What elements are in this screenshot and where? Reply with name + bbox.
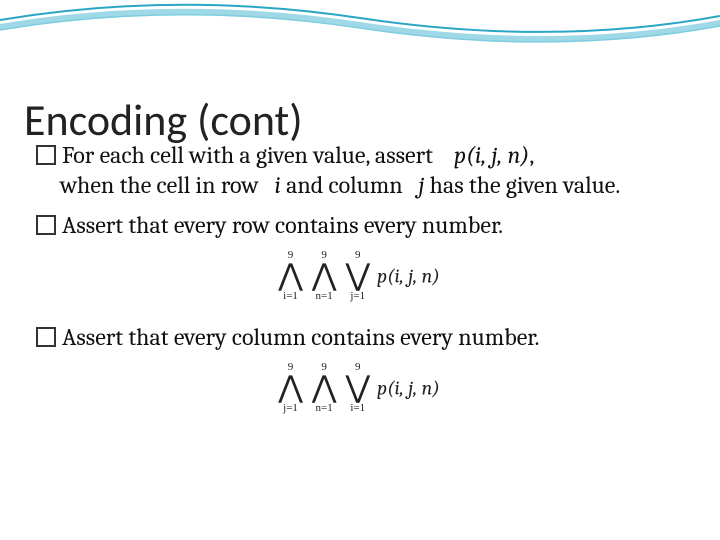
f2-op1-lower: j=1 — [278, 403, 303, 414]
f1-op1-sym: ⋀ — [278, 261, 303, 291]
bullet-2-text: Assert that every row contains every num… — [62, 211, 503, 239]
f2-op2-sym: ⋀ — [312, 373, 337, 403]
bullet-1: For each cell with a given value, assert… — [36, 140, 680, 200]
bullet-1-part5: has the given value. — [430, 171, 621, 199]
f2-op3-lower: i=1 — [345, 403, 370, 414]
bullet-1-part4: and column — [286, 171, 403, 199]
bullet-1-part1: For each cell with a given value, assert — [62, 141, 433, 169]
header-wave — [0, 0, 720, 46]
bullet-2: Assert that every row contains every num… — [36, 210, 680, 240]
bullet-1-part2: , — [529, 141, 534, 169]
bullet-icon — [36, 327, 56, 347]
f1-op2-lower: n=1 — [312, 291, 337, 302]
f2-term: p(i, j, n) — [377, 377, 440, 400]
bullet-1-math2: i — [275, 171, 281, 199]
f1-op3-sym: ⋁ — [345, 261, 370, 291]
slide: Encoding (cont) For each cell with a giv… — [0, 0, 720, 540]
bullet-1-part3: when the cell in row — [60, 171, 259, 199]
bullet-3: Assert that every column contains every … — [36, 322, 680, 352]
f2-op3-sym: ⋁ — [345, 373, 370, 403]
bullet-1-math1: p(i, j, n) — [454, 141, 529, 169]
bullet-icon — [36, 215, 56, 235]
formula-2: 9⋀j=1 9⋀n=1 9⋁i=1 p(i, j, n) — [36, 362, 680, 414]
f1-op2-sym: ⋀ — [312, 261, 337, 291]
bullet-icon — [36, 145, 56, 165]
f2-op1-sym: ⋀ — [278, 373, 303, 403]
formula-1: 9⋀i=1 9⋀n=1 9⋁j=1 p(i, j, n) — [36, 250, 680, 302]
f1-op3-lower: j=1 — [345, 291, 370, 302]
f1-op1-lower: i=1 — [278, 291, 303, 302]
bullet-3-text: Assert that every column contains every … — [62, 323, 539, 351]
f2-op2-lower: n=1 — [312, 403, 337, 414]
bullet-1-math3: j — [419, 171, 425, 199]
slide-body: For each cell with a given value, assert… — [36, 140, 680, 432]
f1-term: p(i, j, n) — [377, 265, 440, 288]
